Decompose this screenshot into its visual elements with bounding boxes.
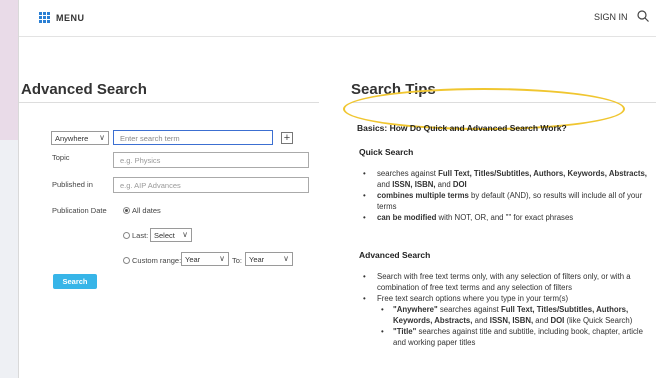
chevron-down-icon: ∨ — [219, 254, 225, 263]
topic-label: Topic — [52, 153, 70, 162]
list-item: searches against Full Text, Titles/Subti… — [359, 168, 649, 190]
custom-range-label: Custom range: — [132, 256, 182, 265]
page-container: MENU SIGN IN Advanced Search Anywhere ∨ E… — [18, 0, 656, 378]
list-item: Free text search options where you type … — [359, 293, 651, 348]
add-row-button[interactable]: + — [281, 132, 293, 144]
last-label: Last: — [132, 231, 149, 240]
all-dates-label: All dates — [132, 206, 161, 215]
all-dates-radio[interactable] — [123, 207, 130, 214]
search-button[interactable]: Search — [53, 274, 97, 289]
list-item: "Title" searches against title and subti… — [377, 326, 651, 348]
published-in-label: Published in — [52, 180, 93, 189]
custom-range-radio[interactable] — [123, 257, 130, 264]
sign-in-link[interactable]: SIGN IN — [594, 12, 628, 22]
page-title: Advanced Search — [21, 81, 147, 98]
grid-icon — [39, 12, 50, 23]
chevron-down-icon: ∨ — [182, 230, 188, 239]
menu-label: MENU — [56, 12, 85, 23]
last-radio[interactable] — [123, 232, 130, 239]
published-in-input[interactable]: e.g. AIP Advances — [113, 177, 309, 193]
topic-input[interactable]: e.g. Physics — [113, 152, 309, 168]
publication-date-label: Publication Date — [52, 206, 107, 215]
chevron-down-icon: ∨ — [99, 133, 105, 142]
from-year-select[interactable]: Year ∨ — [181, 252, 229, 266]
chevron-down-icon: ∨ — [283, 254, 289, 263]
top-nav: MENU SIGN IN — [19, 0, 656, 37]
to-year-select[interactable]: Year ∨ — [245, 252, 293, 266]
menu-button[interactable]: MENU — [39, 12, 85, 23]
list-item: Search with free text terms only, with a… — [359, 271, 651, 293]
list-item: "Anywhere" searches against Full Text, T… — [377, 304, 651, 326]
advanced-search-heading: Advanced Search — [359, 250, 431, 260]
search-term-input[interactable]: Enter search term — [113, 130, 273, 145]
search-icon[interactable] — [636, 9, 650, 23]
quick-search-list: searches against Full Text, Titles/Subti… — [359, 168, 649, 223]
advanced-search-list: Search with free text terms only, with a… — [359, 271, 651, 348]
list-item: can be modified with NOT, OR, and "" for… — [359, 212, 649, 223]
basics-heading: Basics: How Do Quick and Advanced Search… — [357, 123, 567, 133]
field-select[interactable]: Anywhere ∨ — [51, 131, 109, 145]
last-period-select[interactable]: Select ∨ — [150, 228, 192, 242]
divider — [19, 102, 319, 103]
to-label: To: — [232, 256, 243, 265]
quick-search-heading: Quick Search — [359, 147, 414, 157]
list-item: combines multiple terms by default (AND)… — [359, 190, 649, 212]
